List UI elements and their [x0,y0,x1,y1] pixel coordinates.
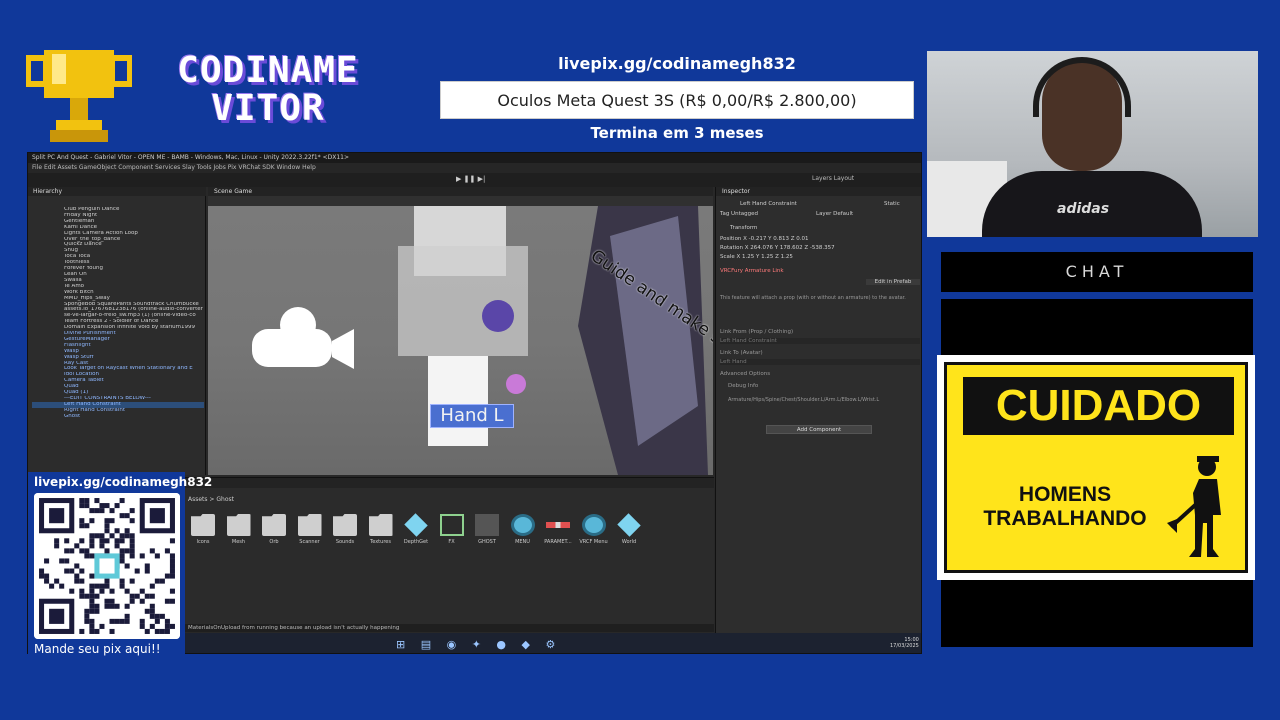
qr-code-icon [34,493,180,639]
asset-item[interactable]: Mesh [224,514,254,545]
warning-sign: CUIDADO HOMENS TRABALHANDO [937,355,1255,580]
menu-bar[interactable]: File Edit Assets GameObject Component Se… [28,163,921,173]
project-breadcrumb[interactable]: Assets > Ghost [188,496,234,503]
link-to-label: Link To (Avatar) [720,350,763,356]
debug-path: Armature/Hips/Spine/Chest/Shoulder.L/Arm… [728,397,880,403]
tag-dropdown[interactable]: Tag Untagged [720,211,810,217]
asset-item[interactable]: Sounds [330,514,360,545]
ghost-icon [475,514,499,536]
layers-layout-dropdowns[interactable]: Layers Layout [812,175,854,182]
link-from-field[interactable]: Left Hand Constraint [720,338,920,344]
asset-item[interactable]: Textures [366,514,396,545]
taskbar-app-icons[interactable]: ⊞ ▤ ◉ ✦ ● ◆ ⚙ [396,638,561,651]
prefab-cube-icon [404,513,428,537]
asset-item[interactable]: Icons [188,514,218,545]
static-checkbox[interactable]: Static [884,201,920,207]
folder-icon [191,514,215,536]
asset-item[interactable]: Scanner [295,514,325,545]
vrc-menu-icon [510,514,535,536]
asset-label: PARAMET... [544,539,572,545]
trophy-logo-icon [26,50,132,142]
asset-item[interactable]: DepthGet [401,513,431,545]
vrc-menu-icon [581,514,606,536]
asset-item[interactable]: VRCF Menu [579,514,609,545]
hierarchy-item[interactable]: Ghost [32,414,204,420]
rotation-field[interactable]: Rotation X 264.076 Y 178.602 Z -538.357 [720,245,920,251]
qr-url: livepix.gg/codinamegh832 [34,475,213,489]
sign-line1: HOMENS [1018,483,1112,506]
worker-icon [1167,456,1221,557]
asset-label: DepthGet [403,539,429,545]
link-to-field[interactable]: Left Hand [720,359,920,365]
scene-toolbar [208,196,713,206]
asset-item[interactable]: Orb [259,514,289,545]
play-controls[interactable]: ▶ ❚❚ ▶| [456,175,496,185]
folder-icon [262,514,286,536]
asset-label: MENU [515,539,530,545]
logo-line1: CODINAME [177,50,359,91]
hierarchy-panel: Hierarchy Club Penguin Dance Friday Night… [28,187,206,475]
inspector-panel: Inspector Left Hand Constraint Static Ta… [715,187,921,653]
goal-url: livepix.gg/codinamegh832 [558,54,796,73]
asset-label: Orb [269,539,279,545]
channel-logo-text: CODINAME VITOR [150,52,386,128]
folder-icon [226,514,251,536]
logo-line2: VITOR [211,88,325,129]
asset-item[interactable]: GHOST [472,514,502,545]
asset-label: Icons [196,539,210,545]
asset-label: Textures [370,539,391,545]
edit-prefab-button[interactable]: Edit in Prefab [866,279,920,285]
asset-item[interactable]: World [614,513,644,545]
asset-item[interactable]: MENU [508,514,538,545]
window-title: Split PC And Quest - Gabriel Vitor - OPE… [28,153,921,163]
taskbar-clock[interactable]: 15:00 17/03/2025 [890,637,919,649]
shirt-logo: adidas [1057,201,1110,217]
asset-label: Sounds [335,539,355,545]
asset-label: FX [448,539,455,545]
asset-label: Mesh [231,539,246,545]
sign-title: CUIDADO [963,377,1234,435]
transform-header[interactable]: Transform [720,225,920,231]
folder-icon [333,514,357,536]
sign-subtitle: HOMENS TRABALHANDO [955,483,1175,531]
parameters-icon [546,522,570,528]
folder-icon [368,514,393,536]
clock-date: 17/03/2025 [890,643,919,649]
qr-caption: Mande seu pix aqui!! [34,642,161,656]
folder-icon [297,514,322,536]
avatar-model [398,206,708,475]
layer-dropdown[interactable]: Layer Default [816,211,916,217]
asset-label: VRCF Menu [579,539,608,545]
goal-progress-box: Oculos Meta Quest 3S (R$ 0,00/R$ 2.800,0… [440,81,914,119]
animator-icon [439,514,464,536]
scene-game-tabs[interactable]: Scene Game [208,187,713,196]
prefab-cube-icon [617,513,641,537]
asset-item[interactable]: PARAMET... [543,514,573,545]
asset-label: GHOST [478,539,496,545]
component-description: This feature will attach a prop (with or… [720,295,906,301]
tab-hierarchy[interactable]: Hierarchy [28,187,206,196]
asset-label: Scanner [299,539,320,545]
goal-ends-text: Termina em 3 meses [590,124,764,142]
scene-view[interactable]: Scene Game Hand L Guide and make sure to… [208,187,713,475]
tab-inspector[interactable]: Inspector [716,187,921,196]
sign-line2: TRABALHANDO [983,507,1147,530]
add-component-button[interactable]: Add Component [766,425,872,434]
scene-viewport[interactable]: Hand L Guide and make sure to prevent er… [208,206,713,475]
debug-info-foldout[interactable]: Debug Info [720,383,920,389]
hand-l-gizmo-label: Hand L [430,404,514,428]
headset-icon [1033,57,1131,117]
asset-item[interactable]: FX [437,514,467,545]
hierarchy-list: Club Penguin Dance Friday Night Gentleman K… [32,207,204,420]
position-field[interactable]: Position X -0.217 Y 0.813 Z 0.01 [720,236,920,242]
scale-field[interactable]: Scale X 1.25 Y 1.25 Z 1.25 [720,254,920,260]
component-header[interactable]: VRCFury Armature Link [720,268,920,274]
chat-header: CHAT [941,252,1253,292]
advanced-options-foldout[interactable]: Advanced Options [720,371,920,377]
asset-label: World [621,539,637,545]
link-from-label: Link From (Prop / Clothing) [720,329,794,335]
webcam-feed: adidas [927,51,1258,237]
camera-gizmo-icon [252,307,354,369]
